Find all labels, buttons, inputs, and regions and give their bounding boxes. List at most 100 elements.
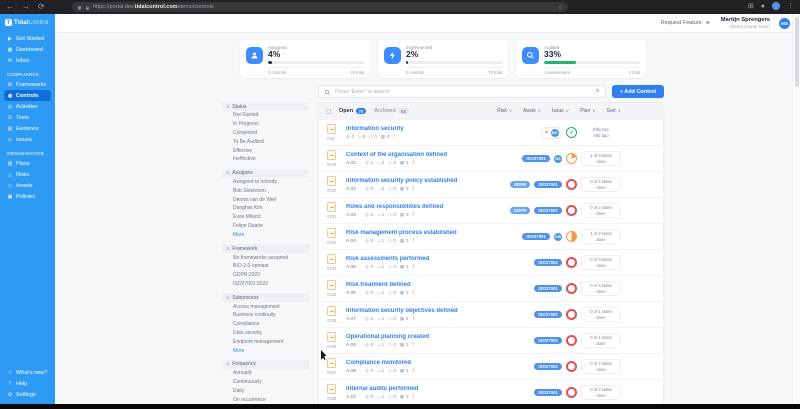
sidebar-item-issues[interactable]: ⚠ Issues (4, 134, 51, 145)
control-title-link[interactable]: Compliance monitored (346, 360, 534, 366)
dropdown-filter-plan[interactable]: Plan ∨ (580, 108, 595, 114)
tab-open[interactable]: Open 70 (339, 108, 367, 114)
framework-badge-iso27001[interactable]: ISO27001 (534, 259, 562, 266)
control-title-link[interactable]: Risk management process established (346, 230, 522, 236)
sidebar-item-controls[interactable]: ◉ Controls (4, 90, 51, 101)
filter-option[interactable]: Evan Milacic (222, 213, 309, 222)
sidebar-item-settings[interactable]: ⚙ Settings (4, 389, 51, 400)
control-row[interactable]: #234 Risk treatment defined A.06 ◎ 0 ◔ 1 ◇ 0 ▦ 0! I… (319, 275, 663, 301)
filter-option[interactable]: Data security (222, 329, 309, 338)
filter-option[interactable]: No frameworks assigned (222, 253, 309, 262)
framework-badge-iso27001[interactable]: ISO27001 (534, 181, 562, 188)
assignee-avatar[interactable]: BS (550, 128, 559, 137)
framework-badge-iso27001[interactable]: ISO27001 (534, 285, 562, 292)
framework-badge-gdpr[interactable]: GDPR (509, 207, 531, 214)
assignee-avatar[interactable]: BS (554, 154, 562, 163)
extensions-icon[interactable]: ⊞ (748, 2, 754, 10)
address-bar[interactable]: https://portal.dev.tidalcontrol.com/demo… (72, 2, 568, 12)
sidebar-item-what-s-new-[interactable]: ☆ What's new? (4, 367, 51, 378)
framework-badge-iso27001[interactable]: ISO27001 (534, 207, 562, 214)
assignee-pill[interactable]: ⚑ BS (540, 126, 562, 139)
app-logo[interactable]: T TidalControl (5, 19, 50, 26)
assignee-avatar[interactable]: DW (554, 232, 562, 241)
framework-badge-iso27001[interactable]: ISO27001 (522, 233, 550, 240)
filter-option[interactable]: Access management (222, 302, 309, 311)
filter-option[interactable]: Felipe Duarte (222, 222, 309, 231)
bookmark-star-icon[interactable]: ☆ (558, 4, 563, 11)
control-title-link[interactable]: Information security (346, 126, 541, 132)
filter-option[interactable]: On occurrence (222, 395, 309, 404)
browser-reload-icon[interactable]: ⟳ (38, 3, 45, 11)
filter-option[interactable]: ISO27001:2022 (222, 280, 309, 289)
select-all-checkbox[interactable] (326, 108, 331, 114)
sidebar-item-get-started[interactable]: ▶ Get Started (4, 33, 51, 44)
filter-more-link[interactable]: More (222, 230, 309, 239)
browser-profile-avatar[interactable] (772, 2, 780, 10)
dropdown-filter-issue[interactable]: Issue ∨ (552, 108, 569, 114)
control-title-link[interactable]: Information security objectives defined (346, 308, 534, 314)
filter-option[interactable]: Effective (222, 146, 309, 155)
control-title-link[interactable]: Risk treatment defined (346, 282, 534, 288)
sidebar-item-assets[interactable]: ◇ Assets (4, 180, 51, 191)
user-avatar[interactable]: MS (779, 17, 790, 29)
sidebar-item-help[interactable]: ? Help (4, 378, 51, 389)
search-input[interactable]: Press 'Enter' to search × (318, 85, 606, 98)
add-control-button[interactable]: + Add Control (611, 85, 664, 98)
control-title-link[interactable]: Operational planning created (346, 334, 534, 340)
control-title-link[interactable]: Information security policy established (346, 178, 510, 184)
user-block[interactable]: Martijn Sprengers Demo (Super User) (721, 17, 770, 30)
framework-badge-iso27001[interactable]: ISO27001 (534, 363, 562, 370)
filter-option[interactable]: Compliance (222, 320, 309, 329)
request-feature-button[interactable]: Request Feature (661, 19, 712, 28)
framework-badge-gdpr[interactable]: GDPR (509, 181, 531, 188)
sidebar-item-tests[interactable]: ☑ Tests (4, 112, 51, 123)
filter-option[interactable]: Dennis van de Wiel (222, 195, 309, 204)
framework-badge-iso27001[interactable]: ISO27001 (522, 155, 550, 162)
control-title-link[interactable]: Internal audits performed (346, 386, 534, 392)
filter-option[interactable]: Donghwi Kim (222, 204, 309, 213)
framework-badge-iso27001[interactable]: ISO27001 (534, 389, 562, 396)
filter-option[interactable]: Completed (222, 129, 309, 138)
filter-section-frequency[interactable]: ∧ Frequency (222, 359, 309, 369)
filter-option[interactable]: Continuously (222, 378, 309, 387)
control-row[interactable]: #26 Information security ◎ 0 ◔ 0 ◇ 0 ▦ 3! ⚑ BS ✓ Effe… (319, 119, 663, 145)
browser-back-icon[interactable]: ← (6, 3, 14, 11)
control-row[interactable]: #236 Operational planning created A.08 ◎ 0 ◔ 1… (319, 327, 663, 353)
page-scrollbar[interactable] (792, 14, 800, 404)
sidebar-item-policies[interactable]: ▣ Policies (4, 191, 51, 202)
control-title-link[interactable]: Context of the organisation defined (346, 152, 522, 158)
filter-option[interactable]: Assigned to nobody (222, 178, 309, 187)
filter-option[interactable]: Not Started (222, 111, 309, 120)
control-row[interactable]: #235 Information security objectives defi… (319, 301, 663, 327)
sidebar-item-evidence[interactable]: ▤ Evidence (4, 123, 51, 134)
sidebar-item-activities[interactable]: ◎ Activities (4, 101, 51, 112)
control-row[interactable]: #232 Risk management process established A… (319, 223, 663, 249)
browser-forward-icon[interactable]: → (22, 3, 30, 11)
dropdown-filter-risk[interactable]: Risk ∨ (497, 108, 512, 114)
tab-archived[interactable]: Archived 53 (374, 108, 409, 114)
filter-option[interactable]: Bob Sleeboom (222, 186, 309, 195)
control-row[interactable]: #230 Information security policy establis… (319, 171, 663, 197)
filter-option[interactable]: To Be Audited (222, 137, 309, 146)
control-row[interactable]: #237 Compliance monitored A.09 ◎ 0 ◔ 1 ◇ 0 ▦ 0! ISO… (319, 353, 663, 379)
control-title-link[interactable]: Risk assessments performed (346, 256, 534, 262)
browser-menu-icon[interactable]: ⋮ (787, 2, 794, 10)
sidebar-item-risks[interactable]: △ Risks (4, 169, 51, 180)
filter-option[interactable]: In Progress (222, 120, 309, 129)
control-row[interactable]: #229 Context of the organisation defined A… (319, 145, 663, 171)
control-row[interactable]: #233 Risk assessments performed A.05 ◎ 0 ◔ 1 ◇ 0… (319, 249, 663, 275)
filter-option[interactable]: BIO-2.0-opmaat (222, 262, 309, 271)
filter-more-link[interactable]: More (222, 346, 309, 355)
sidebar-item-dashboard[interactable]: ▦ Dashboard (4, 44, 51, 55)
filter-section-subprocess[interactable]: ∧ Subprocess (222, 293, 309, 303)
control-title-link[interactable]: Roles and responsibilities defined (346, 204, 510, 210)
filter-section-assignee[interactable]: ∧ Assignee (222, 168, 309, 178)
filter-option[interactable]: Annually (222, 369, 309, 378)
filter-section-framework[interactable]: ∧ Framework (222, 244, 309, 254)
clear-search-icon[interactable]: × (596, 88, 600, 95)
dropdown-filter-sort[interactable]: Sort ∨ (607, 108, 621, 114)
filter-option[interactable]: GDPR:2020 (222, 271, 309, 280)
filter-option[interactable]: Endpoint management (222, 337, 309, 346)
framework-badge-iso27001[interactable]: ISO27001 (534, 311, 562, 318)
filter-section-status[interactable]: ∧ Status (222, 102, 309, 111)
